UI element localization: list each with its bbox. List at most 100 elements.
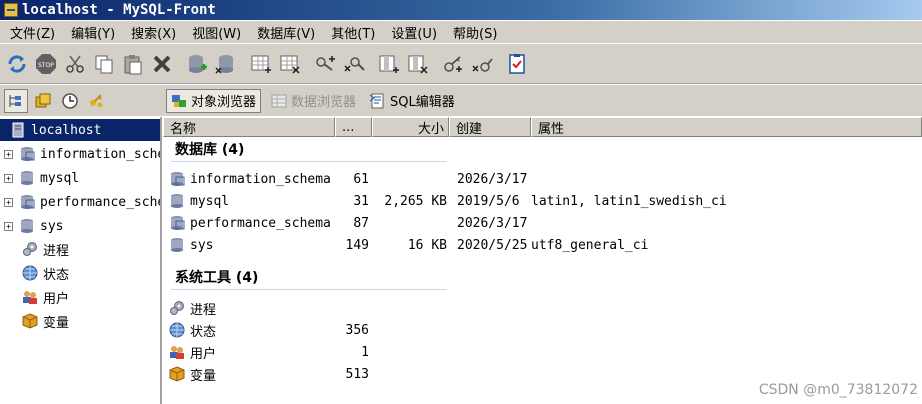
drop-field-icon[interactable] [405,51,431,77]
tree-item-variables[interactable]: 变量 [0,310,69,332]
paste-icon[interactable] [120,51,146,77]
tree-item-localhost[interactable]: localhost [0,119,160,141]
row-name: 状态 [190,324,217,340]
object-browser-icon [172,94,186,107]
expand-icon[interactable]: + [4,197,13,207]
tree-label: 用户 [43,291,70,307]
tree-item-sys[interactable]: + sys [0,215,63,237]
expand-icon[interactable]: + [4,149,13,159]
database-icon [171,172,185,186]
tree-label: sys [40,218,64,234]
menu-bar: 文件(Z) 编辑(Y) 搜索(X) 视图(W) 数据库(V) 其他(T) 设置(… [0,21,922,43]
tab-object-browser-label: 对象浏览器 [191,95,257,110]
row-count: 149 [345,237,369,253]
database-icon [21,171,33,185]
keys-icon[interactable] [85,89,109,113]
expand-icon[interactable]: + [4,221,13,231]
database-icon [21,219,33,233]
database-icon [21,147,35,161]
expand-icon[interactable]: + [4,173,13,183]
gears-icon [23,242,37,256]
row-size: 16 KB [407,237,447,253]
menu-database[interactable]: 数据库(V) [251,23,321,42]
add-table-icon[interactable] [248,51,274,77]
column-header-properties[interactable]: 属性 [531,117,922,137]
tab-object-browser[interactable]: 对象浏览器 [166,88,262,113]
properties-icon[interactable] [504,51,530,77]
box-icon [169,366,185,382]
tree-label: mysql [40,170,80,186]
tree-view-icon[interactable] [4,88,28,113]
list-item[interactable]: 状态 356 [163,319,922,341]
add-field-icon[interactable] [376,51,402,77]
group-divider [171,161,447,162]
database-icon [171,238,183,252]
row-count: 31 [353,193,369,209]
menu-help[interactable]: 帮助(S) [447,23,503,42]
row-count: 61 [353,171,369,187]
tab-data-browser-label: 数据浏览器 [291,95,357,110]
menu-search[interactable]: 搜索(X) [125,23,182,42]
menu-view[interactable]: 视图(W) [186,23,247,42]
tree-label: 变量 [43,315,70,331]
tree-item-users[interactable]: 用户 [0,286,69,308]
menu-other[interactable]: 其他(T) [325,23,381,42]
box-icon [22,313,38,329]
tab-sql-editor[interactable]: SQL编辑器 [366,89,459,113]
database-icon [171,194,183,208]
menu-edit[interactable]: 编辑(Y) [65,23,121,42]
column-header-label: 属性 [538,121,565,137]
copy-icon[interactable] [91,51,117,77]
add-user-icon[interactable] [312,51,338,77]
menu-file[interactable]: 文件(Z) [4,23,61,42]
group-title-databases: 数据库 (4) [175,142,245,158]
column-header-label: ... [342,119,355,135]
list-item[interactable]: 用户 1 [163,341,922,363]
add-key-icon[interactable] [440,51,466,77]
drop-key-icon[interactable] [469,51,495,77]
object-list: 名称 ... 大小 创建 属性 数据库 (4) information_sche… [163,117,922,404]
table-row[interactable]: mysql 31 2,265 KB 2019/5/6 latin1, latin… [163,190,922,212]
tree-item-performance-schema[interactable]: + performance_schema [0,191,160,213]
gears-icon [170,301,184,315]
bookmarks-icon[interactable] [31,89,55,113]
column-header-label: 名称 [170,121,197,137]
history-icon[interactable] [58,89,82,113]
table-row[interactable]: information_schema 61 2026/3/17 [163,168,922,190]
list-header: 名称 ... 大小 创建 属性 [163,117,922,137]
group-divider [171,289,447,290]
column-header-size[interactable]: 大小 [372,117,449,137]
row-count: 1 [361,344,369,360]
add-database-icon[interactable] [184,51,210,77]
column-header-name[interactable]: 名称 [163,117,335,137]
tree-item-processes[interactable]: 进程 [0,238,69,260]
drop-database-icon[interactable] [213,51,239,77]
menu-settings[interactable]: 设置(U) [385,23,443,42]
stop-icon[interactable]: STOP [33,51,59,77]
delete-icon[interactable] [149,51,175,77]
row-size: 2,265 KB [384,193,447,209]
column-header-count[interactable]: ... [335,117,372,137]
tree-label: performance_schema [40,194,160,210]
drop-table-icon[interactable] [277,51,303,77]
watermark: CSDN @m0_73812072 [758,382,918,398]
database-icon [21,195,35,209]
tree-label: localhost [31,122,102,138]
tab-data-browser[interactable]: 数据浏览器 [267,89,360,113]
tree-item-information-schema[interactable]: + information_schema [0,143,160,165]
row-properties: utf8_general_ci [531,237,649,253]
cut-icon[interactable] [62,51,88,77]
tree-label: information_schema [40,146,160,162]
drop-user-icon[interactable] [341,51,367,77]
tree-item-mysql[interactable]: + mysql [0,167,79,189]
globe-icon [22,265,38,281]
sql-editor-icon [370,93,384,108]
column-header-created[interactable]: 创建 [449,117,531,137]
row-properties: latin1, latin1_swedish_ci [531,193,727,209]
list-item[interactable]: 进程 [163,297,922,319]
tree-item-status[interactable]: 状态 [0,262,69,284]
tab-sql-editor-label: SQL编辑器 [390,95,455,110]
table-row[interactable]: performance_schema 87 2026/3/17 [163,212,922,234]
table-row[interactable]: sys 149 16 KB 2020/5/25 utf8_general_ci [163,234,922,256]
refresh-icon[interactable] [4,51,30,77]
